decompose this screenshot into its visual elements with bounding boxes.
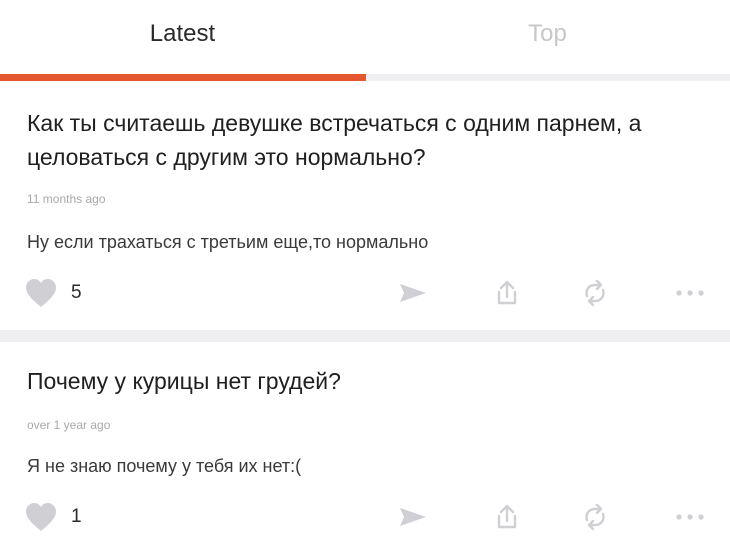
send-icon[interactable] <box>398 278 428 308</box>
like-button[interactable]: 1 <box>24 502 82 532</box>
question-text[interactable]: Почему у курицы нет грудей? <box>27 364 670 398</box>
post-card: Почему у курицы нет грудей? over 1 year … <box>0 342 730 555</box>
share-icon[interactable] <box>492 502 522 532</box>
heart-icon <box>24 278 58 308</box>
post-timestamp: over 1 year ago <box>27 418 111 432</box>
tab-top[interactable]: Top <box>365 0 730 82</box>
answer-text: Я не знаю почему у тебя их нет:( <box>27 456 302 476</box>
post-timestamp: 11 months ago <box>27 192 106 206</box>
question-text[interactable]: Как ты считаешь девушке встречаться с од… <box>27 106 670 174</box>
heart-icon <box>24 502 58 532</box>
post-actions: 5 <box>0 278 730 308</box>
send-icon[interactable] <box>398 502 428 532</box>
share-icon[interactable] <box>492 278 522 308</box>
post-actions: 1 <box>0 502 730 532</box>
more-icon[interactable] <box>675 278 705 308</box>
like-count: 5 <box>71 282 82 303</box>
repost-icon[interactable] <box>580 502 610 532</box>
tab-underline-track <box>0 74 730 81</box>
like-button[interactable]: 5 <box>24 278 82 308</box>
like-count: 1 <box>71 506 82 527</box>
repost-icon[interactable] <box>580 278 610 308</box>
answer-text: Ну если трахаться с третьим еще,то норма… <box>27 232 429 252</box>
tab-bar: Latest Top <box>0 0 730 82</box>
post-separator <box>0 330 730 342</box>
tab-active-indicator <box>0 74 366 81</box>
more-icon[interactable] <box>675 502 705 532</box>
tab-latest[interactable]: Latest <box>0 0 365 82</box>
post-card: Как ты считаешь девушке встречаться с од… <box>0 82 730 330</box>
